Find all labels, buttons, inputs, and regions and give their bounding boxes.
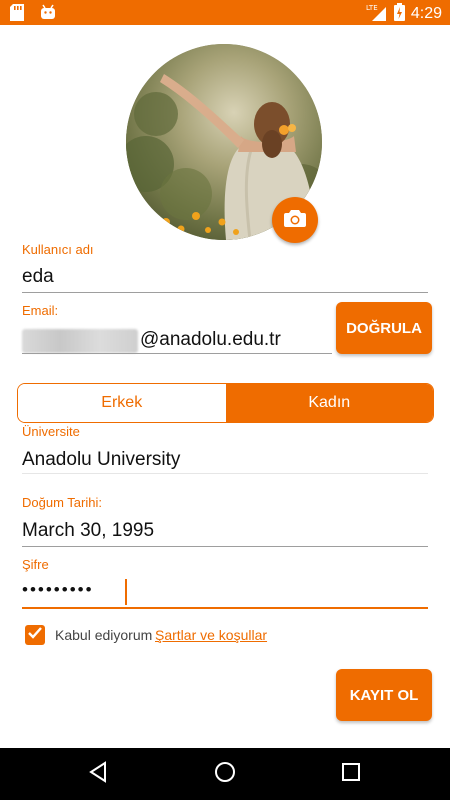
email-label: Email: bbox=[22, 303, 59, 318]
back-icon bbox=[88, 760, 108, 788]
register-button[interactable]: KAYIT OL bbox=[336, 669, 432, 721]
camera-icon bbox=[284, 209, 306, 232]
password-input[interactable]: ••••••••• bbox=[22, 580, 94, 600]
battery-charging-icon bbox=[393, 3, 405, 25]
home-icon bbox=[214, 761, 236, 788]
birthdate-underline bbox=[22, 546, 428, 547]
password-underline bbox=[22, 607, 428, 609]
clock: 4:29 bbox=[410, 5, 442, 22]
university-label: Üniversite bbox=[22, 424, 80, 439]
gender-selector: Erkek Kadın bbox=[17, 383, 434, 423]
android-icon bbox=[40, 4, 56, 20]
text-cursor bbox=[125, 579, 127, 605]
birthdate-input[interactable]: March 30, 1995 bbox=[22, 520, 154, 542]
signal-icon: LTE bbox=[366, 3, 388, 25]
birthdate-label: Doğum Tarihi: bbox=[22, 495, 102, 510]
terms-accept-text: Kabul ediyorum bbox=[55, 627, 153, 643]
sd-card-icon bbox=[10, 4, 26, 21]
recents-button[interactable] bbox=[335, 758, 367, 790]
back-button[interactable] bbox=[82, 758, 114, 790]
change-photo-button[interactable] bbox=[272, 197, 318, 243]
status-bar: LTE 4:29 bbox=[0, 0, 450, 25]
university-underline bbox=[22, 473, 428, 474]
username-underline bbox=[22, 292, 428, 293]
university-input[interactable]: Anadolu University bbox=[22, 449, 180, 471]
email-underline bbox=[22, 353, 332, 354]
email-local-part-redacted bbox=[22, 329, 138, 353]
terms-checkbox[interactable] bbox=[25, 625, 45, 645]
gender-option-female[interactable]: Kadın bbox=[225, 384, 433, 422]
gender-option-male[interactable]: Erkek bbox=[18, 384, 226, 422]
navigation-bar bbox=[0, 748, 450, 800]
email-input[interactable]: @anadolu.edu.tr bbox=[140, 329, 281, 351]
terms-link[interactable]: Şartlar ve koşullar bbox=[155, 627, 267, 643]
verify-button[interactable]: DOĞRULA bbox=[336, 302, 432, 354]
svg-text:LTE: LTE bbox=[366, 4, 378, 12]
check-icon bbox=[28, 626, 42, 644]
recents-icon bbox=[342, 762, 360, 786]
home-button[interactable] bbox=[209, 758, 241, 790]
password-label: Şifre bbox=[22, 557, 49, 572]
username-label: Kullanıcı adı bbox=[22, 242, 94, 257]
username-input[interactable]: eda bbox=[22, 266, 54, 288]
